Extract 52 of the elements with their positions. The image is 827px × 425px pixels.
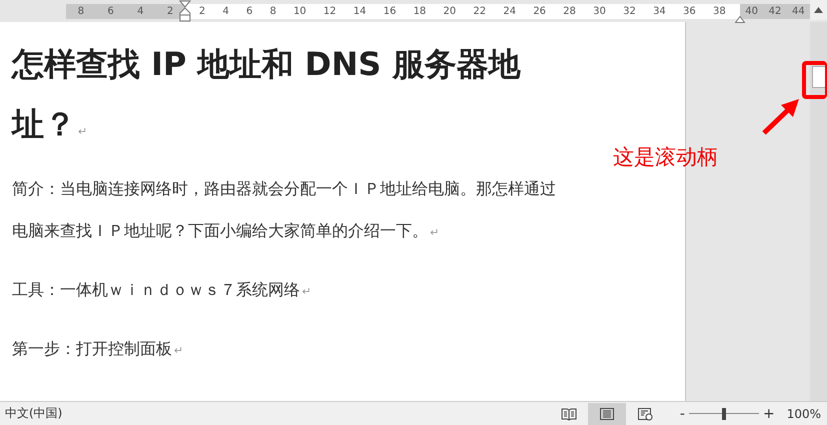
body-text: 第一步：打开控制面板 [12, 339, 172, 358]
ruler-number: 36 [683, 5, 696, 19]
language-indicator[interactable]: 中文(中国) [0, 405, 62, 422]
indent-marker-icon[interactable] [179, 0, 191, 22]
ruler-number: 20 [443, 5, 456, 19]
ruler-number: 28 [563, 5, 576, 19]
vertical-scrollbar[interactable] [810, 22, 827, 401]
paragraph-mark: ↵ [174, 344, 184, 357]
ruler-number: 8 [78, 5, 84, 19]
heading-text: 怎样查找 IP 地址和 DNS 服务器地 [12, 45, 520, 83]
zoom-level[interactable]: 100% [778, 406, 827, 420]
paragraph-mark: ↵ [430, 226, 440, 239]
ruler-number: 2 [166, 5, 174, 19]
ruler-number: 44 [792, 5, 805, 19]
annotation-text: 这是滚动柄 [613, 144, 718, 171]
paragraph-mark: ↵ [302, 285, 312, 298]
ruler-number: 4 [137, 5, 144, 19]
page-icon [598, 406, 615, 420]
ruler-number: 2 [199, 5, 206, 19]
ruler-number: 34 [653, 5, 666, 19]
zoom-in-button[interactable]: + [758, 406, 779, 422]
ruler-number: 24 [503, 5, 516, 19]
web-page-icon [636, 406, 653, 420]
ruler-number: 6 [107, 5, 114, 19]
ruler-number: 26 [533, 5, 546, 19]
ruler-number: 6 [246, 5, 253, 19]
ruler-number: 14 [353, 5, 366, 19]
zoom-slider-thumb[interactable] [722, 408, 726, 420]
ruler-number: 8 [270, 5, 276, 19]
print-layout-button[interactable] [588, 402, 626, 424]
ruler-number: 32 [623, 5, 636, 19]
book-icon [560, 406, 577, 420]
paragraph-mark: ↵ [78, 125, 88, 138]
up-arrow-icon [814, 7, 823, 13]
ruler-number: 10 [293, 5, 306, 19]
ruler-number: 4 [222, 5, 229, 19]
ruler-number: 12 [323, 5, 336, 19]
body-text: 工具：一体机ｗｉｎｄｏｗｓ７系统网络 [12, 280, 300, 299]
scroll-up-button[interactable] [810, 0, 827, 20]
zoom-out-button[interactable]: - [676, 406, 689, 422]
body-text: 简介：当电脑连接网络时，路由器就会分配一个ＩＰ地址给电脑。那怎样通过 [12, 179, 556, 198]
ruler-number: 40 [745, 5, 758, 19]
ruler-number: 16 [383, 5, 396, 19]
highlight-frame [802, 61, 827, 99]
ruler-number: 18 [413, 5, 426, 19]
ruler-number: 38 [713, 5, 726, 19]
body-text: 电脑来查找ＩＰ地址呢？下面小编给大家简单的介绍一下。 [12, 221, 428, 240]
ruler-number: 42 [768, 5, 782, 19]
ruler-number: 30 [593, 5, 606, 19]
heading-text: 址？ [12, 105, 76, 143]
ruler-number: 22 [473, 5, 486, 19]
right-indent-marker-icon[interactable] [735, 16, 745, 23]
